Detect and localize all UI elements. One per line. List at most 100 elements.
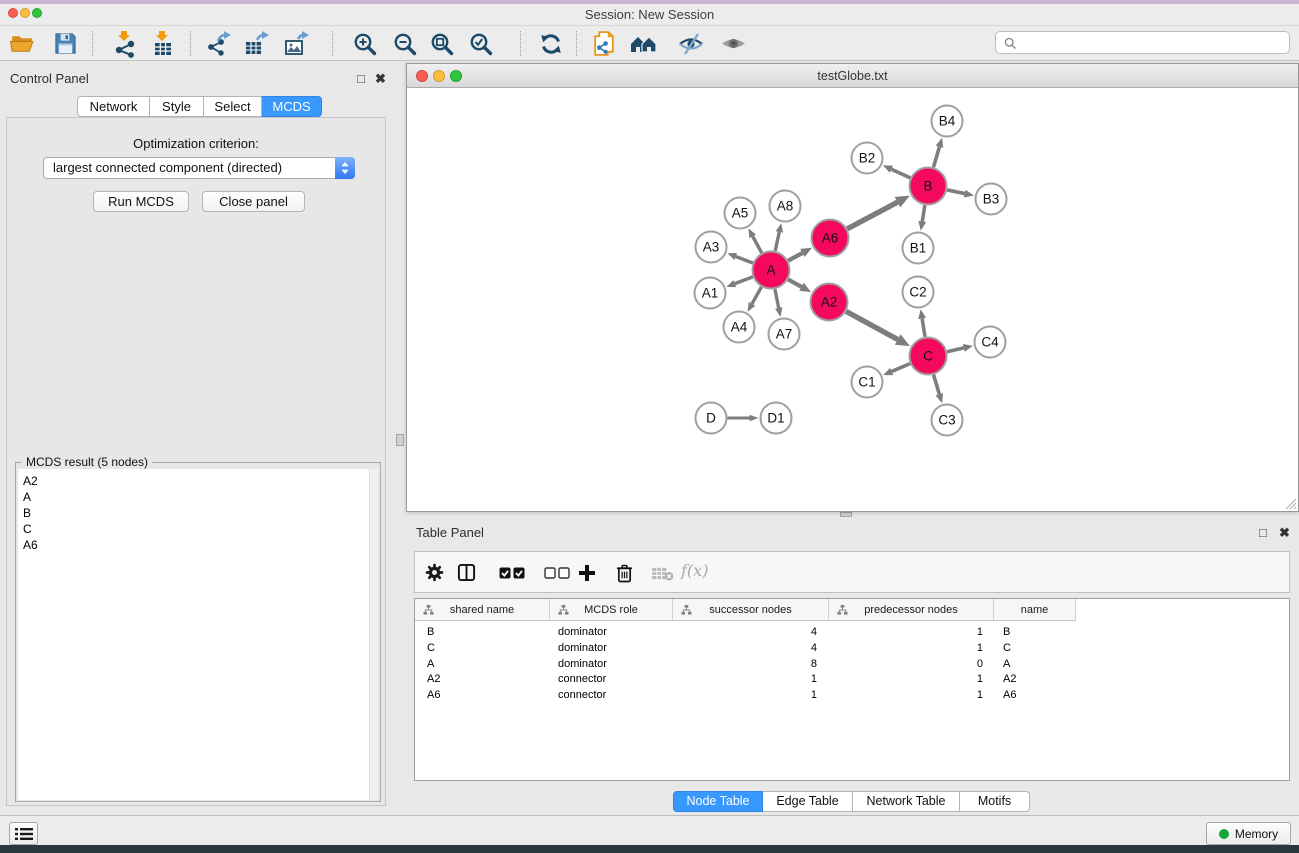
graph-edge-A2-C[interactable] (846, 311, 898, 339)
zoom-selected-button[interactable] (464, 28, 498, 59)
table-settings-button[interactable] (425, 563, 444, 587)
graph-node-label-A7: A7 (776, 327, 793, 342)
graph-edge-A-A6[interactable] (788, 253, 802, 261)
tab-style[interactable]: Style (150, 96, 204, 117)
desktop-strip-bottom (0, 845, 1299, 853)
tab-edge-table[interactable]: Edge Table (763, 791, 853, 812)
graph-edge-A-A1[interactable] (735, 277, 753, 284)
graph-node-label-A4: A4 (731, 320, 748, 335)
fit-content-button[interactable] (425, 28, 459, 59)
graph-arrowhead-B-B3 (964, 190, 974, 198)
import-network-button[interactable] (108, 28, 142, 59)
delete-table-button-disabled[interactable] (651, 566, 674, 586)
show-columns-button[interactable] (457, 563, 476, 587)
import-table-button[interactable] (146, 28, 180, 59)
minimize-traffic-light[interactable] (433, 70, 445, 82)
close-panel-button[interactable]: Close panel (202, 191, 305, 212)
graph-edge-A-A7[interactable] (775, 289, 779, 308)
mcds-result-list[interactable]: A2 A B C A6 (18, 469, 378, 800)
list-item[interactable]: A6 (23, 537, 38, 553)
graph-arrowhead-D-D1 (750, 415, 759, 422)
open-session-button[interactable] (5, 28, 39, 59)
close-panel-icon[interactable]: ✖ (375, 72, 386, 85)
add-column-button[interactable] (578, 564, 596, 587)
export-table-button[interactable] (240, 28, 274, 59)
export-image-button[interactable] (280, 28, 314, 59)
tab-motifs[interactable]: Motifs (960, 791, 1030, 812)
tab-select[interactable]: Select (204, 96, 262, 117)
column-header-name[interactable]: name (994, 599, 1076, 621)
column-header-predecessor-nodes[interactable]: predecessor nodes (829, 599, 994, 621)
hide-selected-button[interactable] (674, 28, 708, 59)
run-mcds-button[interactable]: Run MCDS (93, 191, 189, 212)
network-window-titlebar[interactable]: testGlobe.txt (407, 64, 1298, 88)
zoom-out-button[interactable] (388, 28, 422, 59)
float-panel-icon[interactable]: □ (1259, 526, 1267, 539)
network-from-selection-button[interactable] (587, 28, 621, 59)
zoom-in-button[interactable] (348, 28, 382, 59)
import-table-icon (149, 30, 177, 58)
graph-edge-A-A4[interactable] (752, 287, 761, 304)
float-panel-icon[interactable]: □ (357, 72, 365, 85)
graph-edge-B-B2[interactable] (891, 169, 910, 178)
criterion-dropdown[interactable]: largest connected component (directed) (43, 157, 355, 179)
graph-edge-C-C1[interactable] (892, 364, 910, 372)
show-all-button[interactable] (627, 28, 661, 59)
table-row[interactable]: C dominator 4 1 C (415, 641, 1075, 657)
graph-edge-A-A5[interactable] (753, 236, 762, 253)
table-row[interactable]: A2 connector 1 1 A2 (415, 672, 1075, 688)
tab-network-table[interactable]: Network Table (853, 791, 960, 812)
graph-edge-A6-B[interactable] (847, 202, 897, 229)
tab-mcds[interactable]: MCDS (262, 96, 322, 117)
zoom-traffic-light[interactable] (450, 70, 462, 82)
column-header-successor-nodes[interactable]: successor nodes (673, 599, 829, 621)
deselect-all-icon (544, 567, 570, 580)
network-graph[interactable]: B4B2BB3A8A5A6A3B1AA1C2A2A4A7C4CC1C3DD1 (407, 88, 1298, 511)
column-header-shared-name[interactable]: shared name (415, 599, 550, 621)
graph-edge-C-C3[interactable] (934, 375, 940, 395)
select-all-button[interactable] (499, 567, 525, 585)
show-hidden-button[interactable] (716, 28, 750, 59)
table-row[interactable]: A dominator 8 0 A (415, 657, 1075, 673)
scrollbar-track[interactable] (369, 469, 378, 800)
graph-edge-B-B1[interactable] (922, 205, 925, 221)
graph-edge-C-C4[interactable] (947, 348, 964, 352)
graph-edge-B-B4[interactable] (933, 147, 939, 168)
dropdown-stepper-icon[interactable] (335, 157, 355, 179)
attribute-icon (681, 604, 692, 616)
horizontal-splitter-handle[interactable] (840, 512, 852, 517)
graph-edge-B-B3[interactable] (947, 190, 965, 194)
deselect-all-button[interactable] (544, 567, 570, 585)
graph-edge-A-A8[interactable] (775, 232, 779, 251)
close-panel-icon[interactable]: ✖ (1279, 526, 1290, 539)
log-console-button[interactable] (9, 822, 38, 845)
table-row[interactable]: B dominator 4 1 B (415, 625, 1075, 641)
resize-grip-icon[interactable] (1283, 496, 1297, 510)
list-item[interactable]: B (23, 505, 38, 521)
list-item[interactable]: A2 (23, 473, 38, 489)
tab-network[interactable]: Network (77, 96, 150, 117)
graph-edge-A-A3[interactable] (736, 256, 753, 263)
graph-node-label-B1: B1 (910, 241, 927, 256)
list-item[interactable]: A (23, 489, 38, 505)
graph-node-label-D: D (706, 411, 716, 426)
toolbar-separator (92, 31, 93, 56)
graph-node-label-A1: A1 (702, 286, 719, 301)
memory-button[interactable]: Memory (1206, 822, 1291, 845)
vertical-splitter-handle[interactable] (396, 434, 404, 446)
graph-edge-A-A2[interactable] (788, 279, 801, 286)
list-item[interactable]: C (23, 521, 38, 537)
save-session-button[interactable] (48, 28, 82, 59)
refresh-button[interactable] (534, 28, 568, 59)
graph-edge-C-C2[interactable] (922, 319, 925, 337)
houses-icon (629, 31, 659, 57)
search-input[interactable] (1022, 33, 1284, 52)
close-traffic-light[interactable] (416, 70, 428, 82)
column-header-mcds-role[interactable]: MCDS role (550, 599, 673, 621)
graph-node-label-A2: A2 (821, 295, 838, 310)
delete-columns-button[interactable] (616, 563, 633, 588)
function-builder-button-disabled[interactable]: f(x) (681, 561, 708, 580)
tab-node-table[interactable]: Node Table (673, 791, 763, 812)
export-network-button[interactable] (202, 28, 236, 59)
table-row[interactable]: A6 connector 1 1 A6 (415, 688, 1075, 704)
